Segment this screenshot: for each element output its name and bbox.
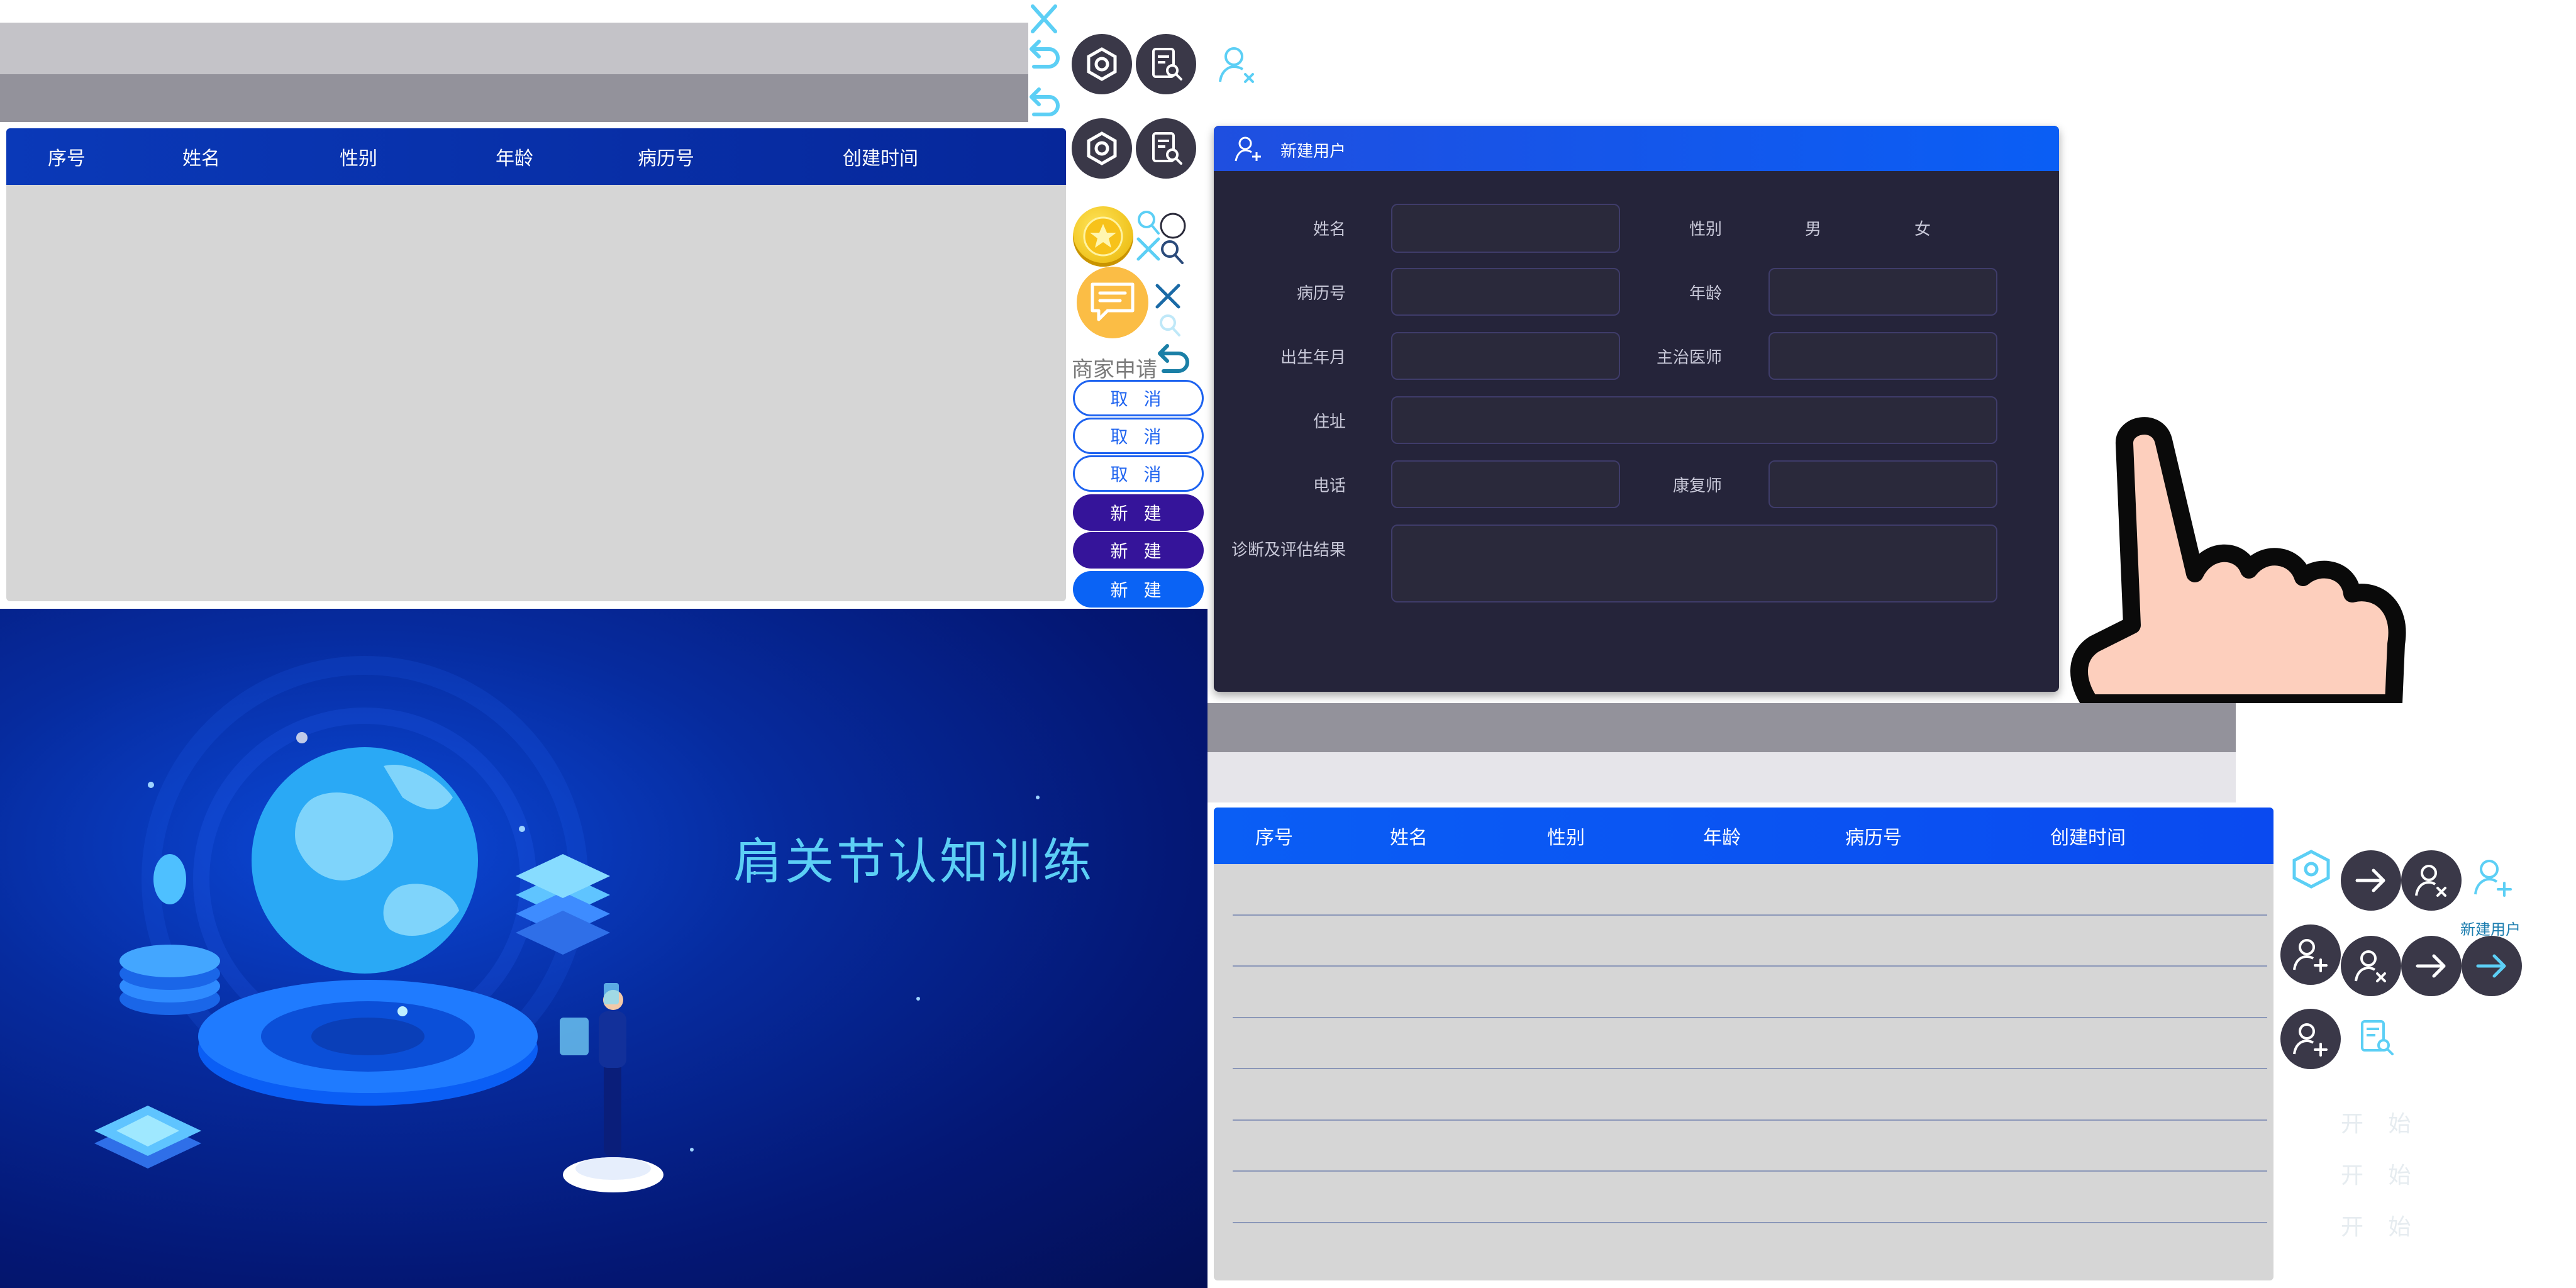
col-record: 病历号 <box>1845 827 1902 849</box>
training-banner: 肩关节认知训练 <box>0 609 1208 1288</box>
user-add-icon <box>2293 1023 2328 1057</box>
report-search-icon <box>1152 132 1182 165</box>
col-index: 序号 <box>48 148 86 170</box>
col-gender: 性别 <box>1547 827 1585 849</box>
arrow-right-icon <box>2476 954 2506 978</box>
next-button[interactable] <box>2401 936 2462 996</box>
dialog-title: 新建用户 <box>1280 142 1346 161</box>
report-search-icon[interactable] <box>2357 1018 2395 1058</box>
table-row-divider <box>1233 1119 2267 1121</box>
settings-icon[interactable] <box>2289 849 2333 889</box>
add-user-button[interactable] <box>2280 1009 2341 1069</box>
col-name: 姓名 <box>182 148 220 170</box>
col-gender: 性别 <box>340 148 377 170</box>
banner-illustration <box>94 656 1040 1192</box>
phone-label: 电话 <box>1313 477 1346 496</box>
user-add-icon[interactable] <box>2472 857 2516 898</box>
settings-button[interactable] <box>1072 34 1132 94</box>
close-icon[interactable] <box>1029 3 1059 35</box>
search-icon[interactable] <box>1158 238 1186 267</box>
remove-user-button[interactable] <box>2341 936 2401 996</box>
doctor-input[interactable] <box>1768 332 1997 380</box>
search-icon[interactable] <box>1157 312 1185 340</box>
patient-table-bottom: 序号 姓名 性别 年龄 病历号 创建时间 <box>1214 808 2273 1280</box>
coin-star-icon <box>1073 206 1133 267</box>
undo-icon[interactable] <box>1028 84 1063 122</box>
table-row-divider <box>1233 965 2267 967</box>
settings-button[interactable] <box>1072 118 1132 179</box>
hand-pointer-icon <box>2070 417 2406 703</box>
report-search-icon <box>1152 48 1182 80</box>
col-created: 创建时间 <box>2050 827 2126 849</box>
dialog-header: 新建用户 <box>1214 126 2059 171</box>
arrow-right-icon <box>2416 954 2446 978</box>
gender-label: 性别 <box>1689 220 1722 239</box>
bottom-gray-bar-dark <box>1208 703 2236 752</box>
start-button[interactable]: 开 始 <box>2341 1157 2419 1190</box>
create-button[interactable]: 新 建 <box>1073 494 1204 531</box>
col-name: 姓名 <box>1390 827 1428 849</box>
arrow-right-icon <box>2355 869 2385 892</box>
col-created: 创建时间 <box>843 148 918 170</box>
top-gray-bar-light <box>0 23 1028 74</box>
age-label: 年龄 <box>1689 284 1722 303</box>
diagnosis-textarea[interactable] <box>1391 525 1997 602</box>
table-row-divider <box>1233 1068 2267 1069</box>
diagnosis-label: 诊断及评估结果 <box>1231 541 1346 560</box>
report-button[interactable] <box>1136 34 1196 94</box>
therapist-label: 康复师 <box>1672 477 1722 496</box>
therapist-input[interactable] <box>1768 460 1997 508</box>
banner-title: 肩关节认知训练 <box>733 834 1095 891</box>
user-remove-icon <box>2415 865 2446 897</box>
col-record: 病历号 <box>638 148 694 170</box>
gender-option-male[interactable]: 男 <box>1805 216 1821 240</box>
col-index: 序号 <box>1255 827 1293 849</box>
undo-icon[interactable] <box>1028 36 1063 74</box>
age-input[interactable] <box>1768 268 1997 316</box>
search-icon[interactable] <box>1136 209 1161 236</box>
create-button[interactable]: 新 建 <box>1073 571 1204 608</box>
add-user-button[interactable] <box>2280 924 2341 985</box>
settings-icon <box>1087 131 1117 165</box>
top-gray-bar-dark <box>0 74 1028 122</box>
report-button[interactable] <box>1136 118 1196 179</box>
col-age: 年龄 <box>496 148 533 170</box>
user-add-icon <box>2293 939 2328 972</box>
doctor-label: 主治医师 <box>1656 348 1722 367</box>
name-label: 姓名 <box>1313 220 1346 239</box>
chat-icon <box>1091 282 1135 321</box>
next-button[interactable] <box>2341 850 2401 911</box>
record-label: 病历号 <box>1296 284 1346 303</box>
address-label: 住址 <box>1313 413 1346 431</box>
bottom-gray-bar-light <box>1208 752 2236 802</box>
table-row-divider <box>1233 1222 2267 1223</box>
remove-user-button[interactable] <box>2401 850 2462 911</box>
start-button[interactable]: 开 始 <box>2341 1106 2419 1138</box>
birth-label: 出生年月 <box>1280 348 1346 367</box>
user-remove-icon[interactable] <box>1218 44 1258 86</box>
next-button-active[interactable] <box>2462 936 2522 996</box>
merchant-apply-label[interactable]: 商家申请 <box>1072 352 1157 383</box>
new-user-dialog: 新建用户 姓名 性别 男 女 病历号 年龄 出生年月 主治医师 住址 电话 康复… <box>1214 126 2059 692</box>
user-add-icon <box>1235 136 1261 162</box>
address-input[interactable] <box>1391 396 1997 444</box>
patient-table-top: 序号 姓名 性别 年龄 病历号 创建时间 <box>6 128 1066 601</box>
start-button[interactable]: 开 始 <box>2341 1209 2419 1241</box>
user-remove-icon <box>2355 950 2386 982</box>
table-header: 序号 姓名 性别 年龄 病历号 创建时间 <box>6 128 1066 185</box>
col-age: 年龄 <box>1703 827 1741 849</box>
settings-icon <box>1087 47 1117 81</box>
chat-button[interactable] <box>1077 267 1148 338</box>
table-header: 序号 姓名 性别 年龄 病历号 创建时间 <box>1214 808 2273 864</box>
close-icon[interactable] <box>1153 282 1182 311</box>
table-row-divider <box>1233 914 2267 916</box>
gender-option-female[interactable]: 女 <box>1914 216 1931 240</box>
table-row-divider <box>1233 1170 2267 1172</box>
table-row-divider <box>1233 1017 2267 1018</box>
